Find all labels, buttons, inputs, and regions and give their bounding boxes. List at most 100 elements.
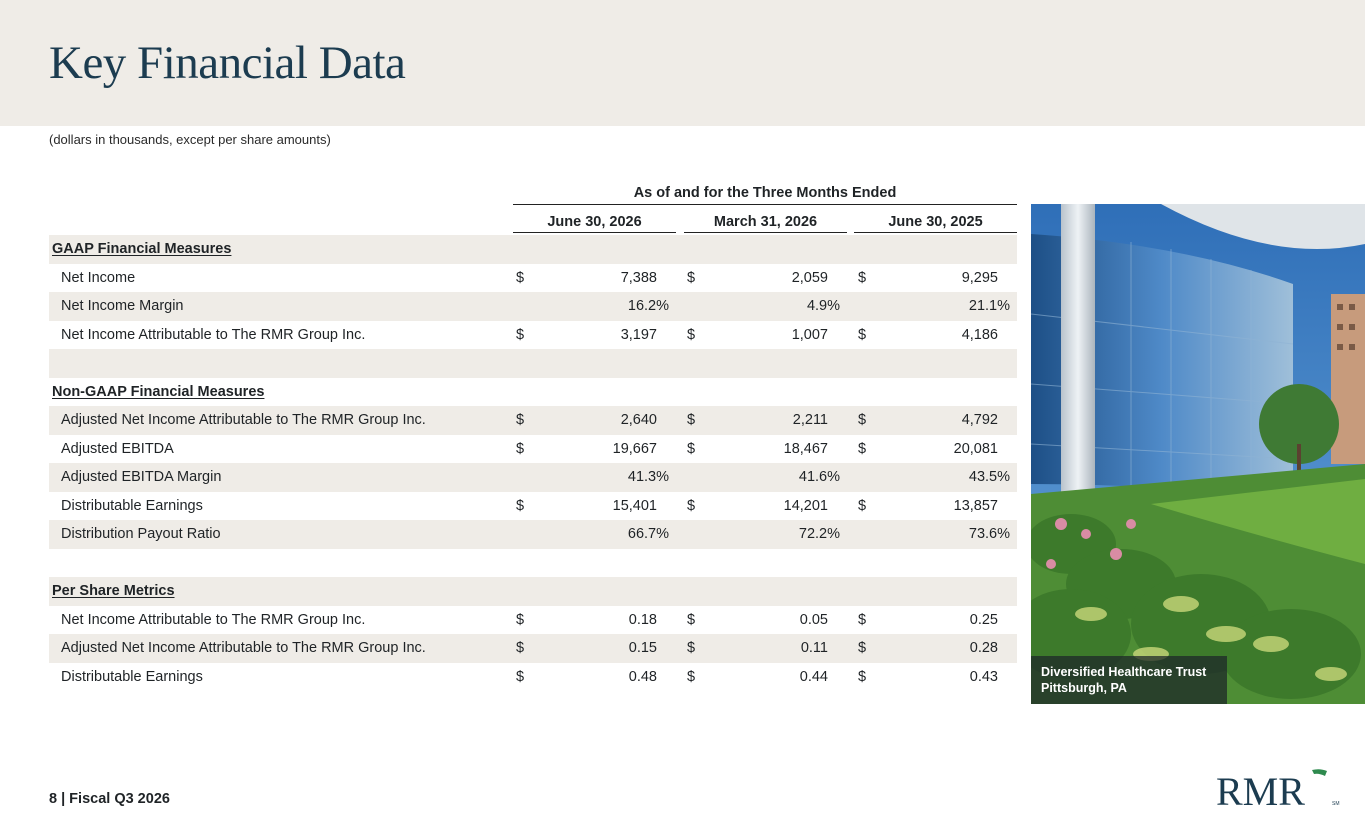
- table-row: Net Income Attributable to The RMR Group…: [49, 321, 1017, 350]
- logo-accent-icon: [1312, 769, 1327, 776]
- cell-value: 19,667: [612, 440, 657, 457]
- row-label: Distributable Earnings: [61, 668, 203, 685]
- row-label: Net Income Margin: [61, 298, 184, 314]
- cell-value: 3,197: [620, 326, 657, 343]
- currency-symbol: $: [687, 412, 696, 428]
- currency-symbol: $: [858, 326, 867, 343]
- row-label: Distribution Payout Ratio: [61, 526, 221, 542]
- cell-value: 2,211: [792, 412, 828, 428]
- cell-value: 4,186: [961, 326, 998, 343]
- table-row: Net Income Margin 16.2% 4.9% 21.1%: [49, 292, 1017, 321]
- row-label: Adjusted EBITDA: [61, 440, 174, 457]
- cell-value: 0.15: [628, 640, 657, 656]
- cell-value: 0.18: [628, 611, 657, 628]
- currency-symbol: $: [858, 640, 867, 656]
- cell-value: 16.2%: [627, 298, 669, 314]
- page-title: Key Financial Data: [49, 37, 406, 89]
- currency-symbol: $: [858, 668, 867, 685]
- section-title: Per Share Metrics: [52, 583, 175, 599]
- currency-symbol: $: [687, 497, 696, 514]
- table-row: Adjusted EBITDA Margin 41.3% 41.6% 43.5%: [49, 463, 1017, 492]
- row-label: Net Income: [61, 269, 136, 286]
- page-footer: 8 | Fiscal Q3 2026: [49, 791, 170, 807]
- row-label: Net Income Attributable to The RMR Group…: [61, 326, 366, 343]
- currency-symbol: $: [516, 640, 525, 656]
- cell-value: 41.6%: [798, 469, 840, 485]
- logo-wordmark: RMR: [1216, 769, 1305, 810]
- row-label: Distributable Earnings: [61, 497, 203, 514]
- cell-value: 1,007: [791, 326, 828, 343]
- currency-symbol: $: [687, 640, 696, 656]
- section-header-row: Per Share Metrics: [49, 577, 1017, 606]
- table-row: Adjusted EBITDA $19,667 $18,467 $20,081: [49, 435, 1017, 464]
- section-header-row: GAAP Financial Measures: [49, 235, 1017, 264]
- cell-value: 43.5%: [968, 469, 1010, 485]
- building-photo-illustration: [1031, 204, 1365, 704]
- cell-value: 4.9%: [806, 298, 840, 314]
- cell-value: 0.11: [800, 640, 828, 656]
- table-row: Distribution Payout Ratio 66.7% 72.2% 73.6%: [49, 520, 1017, 549]
- rmr-logo: RMR SM: [1216, 769, 1340, 810]
- table-row: Net Income Attributable to The RMR Group…: [49, 606, 1017, 635]
- logo-service-mark: SM: [1332, 801, 1340, 807]
- table-row: Adjusted Net Income Attributable to The …: [49, 406, 1017, 435]
- cell-value: 0.44: [799, 668, 828, 685]
- currency-symbol: $: [516, 668, 525, 685]
- table-row: Distributable Earnings $15,401 $14,201 $13,…: [49, 492, 1017, 521]
- caption-company: Diversified Healthcare Trust: [1041, 665, 1207, 679]
- currency-symbol: $: [687, 269, 696, 286]
- cell-value: 0.25: [969, 611, 998, 628]
- cell-value: 0.48: [628, 668, 657, 685]
- currency-symbol: $: [516, 440, 525, 457]
- spacer-row: [49, 549, 1017, 578]
- cell-value: 66.7%: [627, 526, 669, 542]
- currency-symbol: $: [858, 269, 867, 286]
- row-label: Adjusted Net Income Attributable to The …: [61, 412, 426, 428]
- cell-value: 9,295: [961, 269, 998, 286]
- section-title: Non-GAAP Financial Measures: [52, 383, 265, 400]
- column-header-1: March 31, 2026: [684, 214, 847, 233]
- currency-symbol: $: [687, 440, 696, 457]
- currency-symbol: $: [858, 412, 867, 428]
- row-label: Net Income Attributable to The RMR Group…: [61, 611, 366, 628]
- section-title: GAAP Financial Measures: [52, 241, 232, 257]
- row-label: Adjusted EBITDA Margin: [61, 469, 222, 485]
- cell-value: 4,792: [961, 412, 998, 428]
- cell-value: 21.1%: [968, 298, 1010, 314]
- currency-symbol: $: [687, 326, 696, 343]
- currency-symbol: $: [516, 412, 525, 428]
- cell-value: 72.2%: [798, 526, 840, 542]
- cell-value: 15,401: [612, 497, 657, 514]
- currency-symbol: $: [687, 611, 696, 628]
- cell-value: 0.28: [969, 640, 998, 656]
- currency-symbol: $: [687, 668, 696, 685]
- section-header-row: Non-GAAP Financial Measures: [49, 378, 1017, 407]
- currency-symbol: $: [516, 497, 525, 514]
- cell-value: 2,059: [791, 269, 828, 286]
- currency-symbol: $: [516, 611, 525, 628]
- property-photo: Diversified Healthcare Trust Pittsburgh,…: [1031, 204, 1365, 704]
- column-header-2: June 30, 2025: [854, 214, 1017, 233]
- currency-symbol: $: [858, 611, 867, 628]
- cell-value: 0.43: [969, 668, 998, 685]
- row-label: Adjusted Net Income Attributable to The …: [61, 640, 426, 656]
- cell-value: 41.3%: [627, 469, 669, 485]
- currency-symbol: $: [516, 269, 525, 286]
- currency-symbol: $: [858, 497, 867, 514]
- cell-value: 13,857: [953, 497, 998, 514]
- cell-value: 7,388: [620, 269, 657, 286]
- table-row: Adjusted Net Income Attributable to The …: [49, 634, 1017, 663]
- units-note: (dollars in thousands, except per share …: [49, 132, 331, 147]
- table-row: Distributable Earnings $0.48 $0.44 $0.43: [49, 663, 1017, 692]
- currency-symbol: $: [858, 440, 867, 457]
- caption-location: Pittsburgh, PA: [1041, 681, 1127, 695]
- cell-value: 2,640: [620, 412, 657, 428]
- cell-value: 20,081: [953, 440, 998, 457]
- spacer-row: [49, 349, 1017, 378]
- period-group-header: As of and for the Three Months Ended: [513, 185, 1017, 205]
- cell-value: 0.05: [799, 611, 828, 628]
- table-row: Net Income $7,388 $2,059 $9,295: [49, 264, 1017, 293]
- cell-value: 73.6%: [968, 526, 1010, 542]
- currency-symbol: $: [516, 326, 525, 343]
- column-header-0: June 30, 2026: [513, 214, 676, 233]
